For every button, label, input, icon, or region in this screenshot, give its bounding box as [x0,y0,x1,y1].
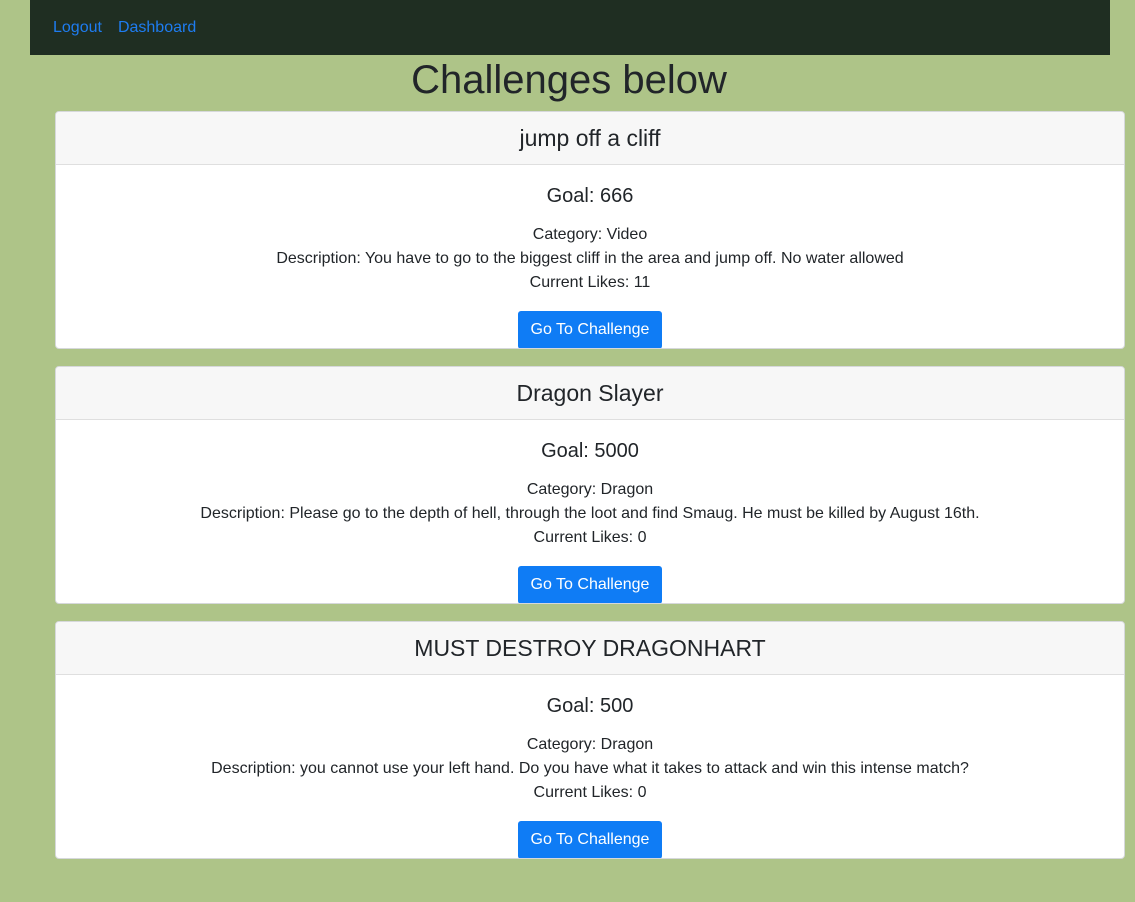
challenge-likes: Current Likes: 0 [533,784,647,801]
go-to-challenge-button[interactable]: Go To Challenge [517,821,663,858]
challenge-title: jump off a cliff [56,112,1124,165]
challenge-body: Goal: 5000 Category: Dragon Description:… [56,420,1124,603]
challenge-goal: Goal: 500 [546,695,634,717]
challenge-body: Goal: 666 Category: Video Description: Y… [56,165,1124,348]
challenge-card: jump off a cliff Goal: 666 Category: Vid… [55,111,1125,349]
page-title: Challenges below [411,58,727,102]
logout-link[interactable]: Logout [53,19,102,37]
challenge-description: Description: you cannot use your left ha… [211,760,969,777]
top-navbar: Logout Dashboard [30,0,1110,55]
go-to-challenge-button[interactable]: Go To Challenge [517,566,663,603]
challenge-category: Category: Video [532,226,648,243]
challenge-card: MUST DESTROY DRAGONHART Goal: 500 Catego… [55,621,1125,859]
challenge-likes: Current Likes: 0 [533,529,647,546]
challenge-description: Description: You have to go to the bigge… [276,250,904,267]
challenge-title: Dragon Slayer [56,367,1124,420]
go-to-challenge-button[interactable]: Go To Challenge [517,311,663,348]
challenge-category: Category: Dragon [526,736,654,753]
challenge-description: Description: Please go to the depth of h… [200,505,980,522]
challenge-card: Dragon Slayer Goal: 5000 Category: Drago… [55,366,1125,604]
challenge-likes: Current Likes: 11 [529,274,651,291]
challenge-body: Goal: 500 Category: Dragon Description: … [56,675,1124,858]
challenge-goal: Goal: 666 [546,185,634,207]
challenge-list: jump off a cliff Goal: 666 Category: Vid… [55,111,1125,876]
challenge-title: MUST DESTROY DRAGONHART [56,622,1124,675]
dashboard-link[interactable]: Dashboard [118,19,196,37]
challenge-category: Category: Dragon [526,481,654,498]
challenge-goal: Goal: 5000 [541,440,639,462]
